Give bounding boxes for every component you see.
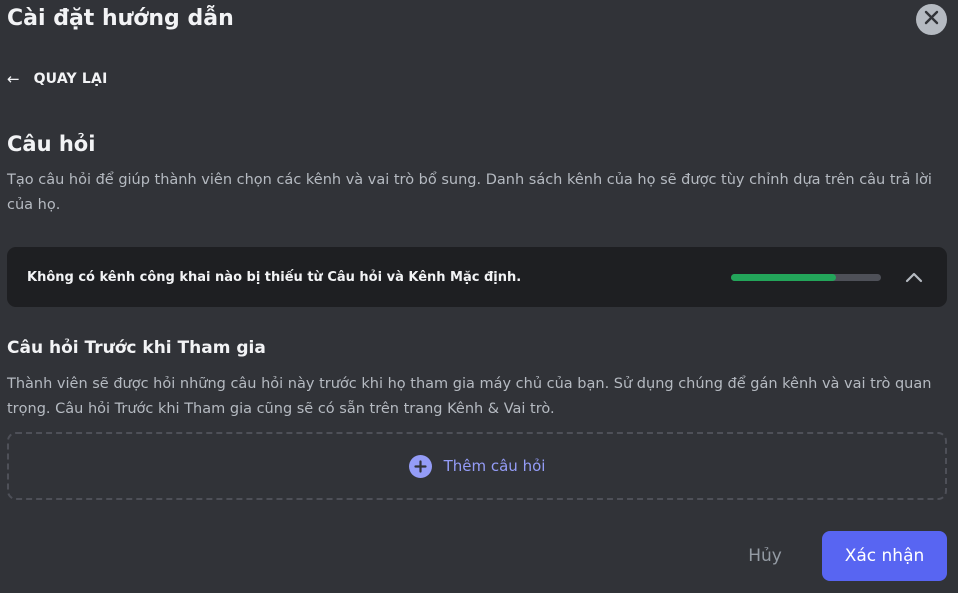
section-title: Câu hỏi [7, 132, 96, 156]
coverage-progress-bar [731, 273, 881, 281]
pre-join-description: Thành viên sẽ được hỏi những câu hỏi này… [7, 376, 932, 417]
pre-join-title: Câu hỏi Trước khi Tham gia [7, 338, 266, 358]
close-button[interactable] [916, 4, 947, 35]
plus-circle-icon [408, 454, 432, 478]
add-question-label: Thêm câu hỏi [443, 457, 546, 475]
add-question-button[interactable]: Thêm câu hỏi [7, 432, 947, 500]
back-link[interactable]: ← QUAY LẠI [7, 70, 108, 88]
chevron-up-icon [905, 268, 923, 287]
collapse-toggle-button[interactable] [901, 264, 927, 290]
modal-title: Cài đặt hướng dẫn [7, 6, 234, 31]
close-icon [924, 10, 939, 29]
section-description: Tạo câu hỏi để giúp thành viên chọn các … [7, 172, 932, 213]
coverage-progress-fill [731, 273, 836, 281]
cancel-button[interactable]: Hủy [732, 531, 798, 581]
confirm-button[interactable]: Xác nhận [822, 531, 947, 581]
back-arrow-icon: ← [7, 70, 20, 88]
channel-coverage-card: Không có kênh công khai nào bị thiếu từ … [7, 247, 947, 307]
coverage-status-text: Không có kênh công khai nào bị thiếu từ … [27, 269, 522, 285]
onboarding-settings-modal: Cài đặt hướng dẫn ← QUAY LẠI Câu hỏi Tạo… [0, 0, 958, 593]
back-label: QUAY LẠI [33, 71, 108, 87]
